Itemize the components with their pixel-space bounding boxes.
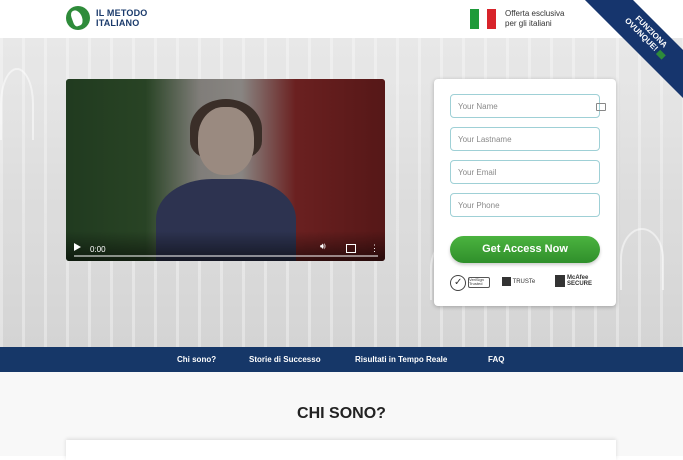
fullscreen-icon[interactable] — [346, 244, 356, 253]
offer-line1: Offerta esclusiva — [505, 9, 565, 18]
offer-line2: per gli italiani — [505, 19, 552, 28]
section-title: CHI SONO? — [297, 405, 386, 422]
corner-line1: FUNZIONA — [633, 13, 670, 50]
logo-text: IL METODO ITALIANO — [96, 8, 147, 28]
email-field[interactable] — [450, 160, 600, 184]
mcafee-seal: McAfee SECURE — [555, 275, 592, 287]
video-time: 0:00 — [90, 245, 106, 254]
corner-ribbon: FUNZIONA OVUNQUE! — [583, 0, 683, 100]
signup-form: Get Access Now ✓ VeriSign Trusted TRUSTe… — [434, 79, 616, 306]
name-field[interactable] — [450, 94, 600, 118]
logo-line2: ITALIANO — [96, 18, 140, 28]
video-player[interactable]: 0:00 🔊︎ ⋮ — [66, 79, 385, 261]
trust-seals: ✓ VeriSign Trusted TRUSTe McAfee SECURE — [450, 275, 600, 295]
nav-item-risultati[interactable]: Risultati in Tempo Reale — [355, 347, 447, 372]
nav-item-faq[interactable]: FAQ — [488, 347, 504, 372]
contact-card-icon — [596, 103, 606, 111]
phone-field[interactable] — [450, 193, 600, 217]
get-access-button[interactable]: Get Access Now — [450, 236, 600, 263]
corner-ribbon-banner: FUNZIONA OVUNQUE! — [583, 0, 683, 100]
background-arch — [620, 228, 664, 290]
content-card — [66, 440, 616, 460]
play-icon[interactable] — [74, 243, 81, 251]
truste-seal: TRUSTe — [502, 277, 535, 286]
logo-line1: IL METODO — [96, 8, 148, 18]
video-controls: 0:00 🔊︎ ⋮ — [66, 231, 385, 261]
italy-map-icon — [66, 6, 90, 30]
site-logo[interactable]: IL METODO ITALIANO — [66, 6, 147, 30]
site-header: IL METODO ITALIANO Offerta esclusiva per… — [0, 0, 683, 38]
mini-flag-icon — [655, 49, 666, 60]
offer-block: Offerta esclusiva per gli italiani — [470, 9, 564, 29]
lastname-field[interactable] — [450, 127, 600, 151]
background-arch — [0, 68, 34, 140]
nav-item-storie[interactable]: Storie di Successo — [249, 347, 321, 372]
nav-item-chi-sono[interactable]: Chi sono? — [177, 347, 216, 372]
section-nav: Chi sono? Storie di Successo Risultati i… — [0, 347, 683, 372]
italian-flag-icon — [470, 9, 497, 29]
about-section: CHI SONO? — [0, 372, 683, 460]
volume-icon[interactable]: 🔊︎ — [320, 241, 326, 252]
more-options-icon[interactable]: ⋮ — [370, 243, 379, 254]
video-progress-bar[interactable] — [74, 255, 378, 257]
offer-text: Offerta esclusiva per gli italiani — [505, 9, 564, 29]
